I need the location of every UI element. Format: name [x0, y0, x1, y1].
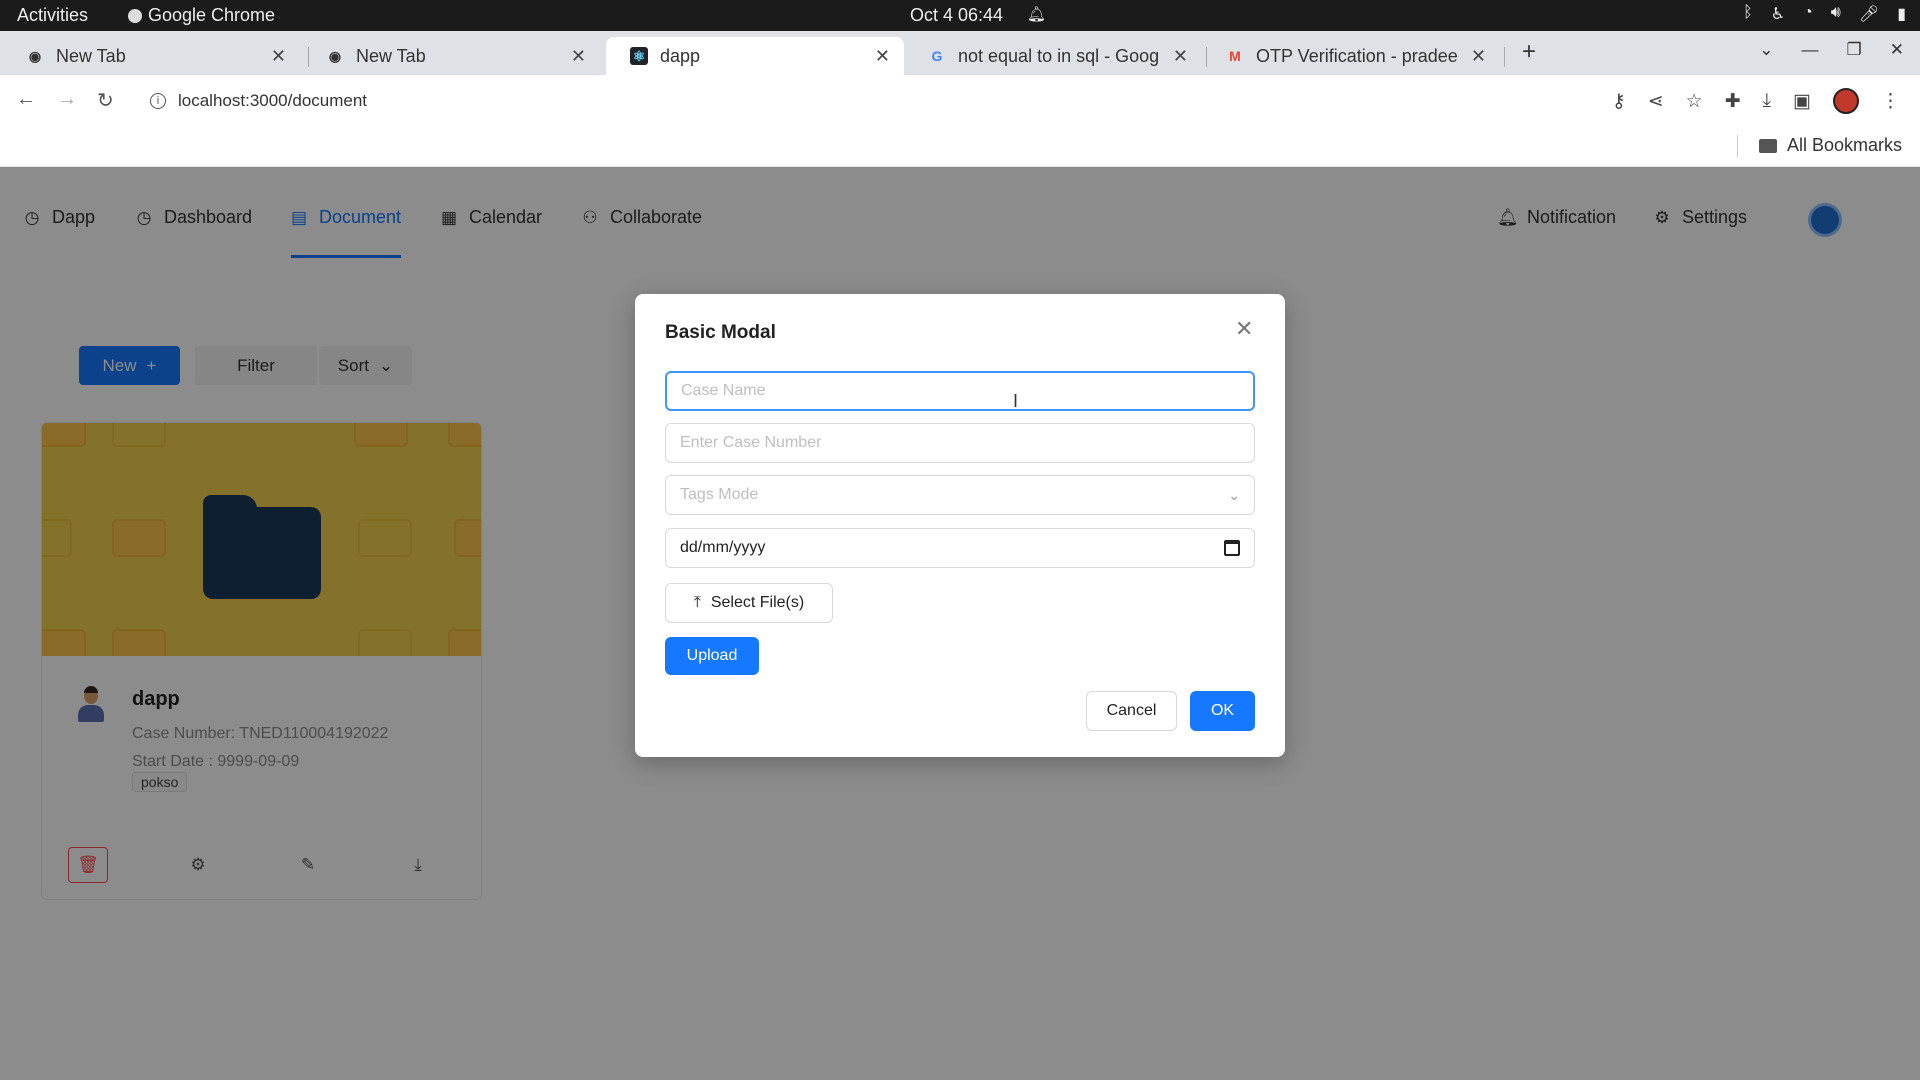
tags-placeholder: Tags Mode: [680, 486, 759, 503]
app-name: Google Chrome: [148, 5, 276, 25]
app-menu[interactable]: Google Chrome: [128, 5, 275, 26]
case-number-input[interactable]: [665, 423, 1255, 463]
browser-toolbar: ← → ↻ i localhost:3000/document ⚷ ⋖ ☆ ✚ …: [0, 75, 1920, 127]
star-icon[interactable]: ☆: [1686, 90, 1703, 113]
tab-divider: [1504, 47, 1505, 67]
modal-title: Basic Modal: [665, 322, 776, 343]
upload-icon: ⤒: [693, 594, 701, 611]
tab-strip: ◉ New Tab ✕ ◉ New Tab ✕ ⚛ dapp ✕ G not e…: [0, 31, 1920, 75]
tab-title: dapp: [660, 45, 701, 66]
site-info-icon[interactable]: i: [150, 93, 166, 109]
system-top-bar: Activities Google Chrome Oct 4 06:44 🔔︎ …: [0, 0, 1920, 31]
text-cursor-icon: I: [1013, 391, 1019, 411]
activities-button[interactable]: Activities: [17, 5, 88, 26]
date-input[interactable]: dd/mm/yyyy: [665, 528, 1255, 568]
restore-icon[interactable]: ❐: [1847, 40, 1862, 60]
cancel-button[interactable]: Cancel: [1086, 691, 1177, 731]
back-icon[interactable]: ←: [16, 88, 36, 111]
chevron-down-icon: ⌄: [1228, 486, 1240, 503]
bluetooth-icon: ᛒ: [1743, 4, 1753, 21]
select-files-label: Select File(s): [710, 594, 805, 611]
download-icon[interactable]: ⤓: [1763, 90, 1771, 112]
tab-search-icon[interactable]: ⌄: [1759, 40, 1773, 60]
all-bookmarks-button[interactable]: All Bookmarks: [1758, 135, 1902, 156]
select-files-button[interactable]: ⤒ Select File(s): [665, 583, 833, 623]
clock[interactable]: Oct 4 06:44: [910, 5, 1003, 26]
upload-label: Upload: [686, 647, 738, 664]
all-bookmarks-label: All Bookmarks: [1786, 135, 1902, 155]
key-icon[interactable]: ⚷: [1612, 90, 1626, 113]
new-tab-button[interactable]: +: [1522, 38, 1536, 66]
window-controls: ⌄ — ❐ ✕: [1759, 40, 1904, 60]
close-tab-icon[interactable]: ✕: [1173, 46, 1188, 67]
case-name-field[interactable]: [681, 382, 1239, 400]
toolbar-icons: ⚷ ⋖ ☆ ✚ ⤓ ▣ ⋮: [1612, 88, 1900, 114]
minimize-icon[interactable]: —: [1802, 40, 1819, 60]
accessibility-icon: ♿︎: [1770, 6, 1786, 23]
folder-icon: [1758, 138, 1777, 153]
calendar-icon[interactable]: [1224, 540, 1240, 556]
system-tray[interactable]: ᛒ ♿︎ ◔ 🔊︎ 🎤︎ ▮: [1743, 4, 1906, 24]
date-value: dd/mm/yyyy: [680, 539, 766, 556]
alarm-icon: 🔔︎: [1027, 6, 1047, 23]
chrome-icon: ◉: [28, 47, 42, 64]
close-tab-icon[interactable]: ✕: [875, 46, 890, 67]
ok-button[interactable]: OK: [1190, 691, 1255, 731]
chrome-icon: [128, 8, 142, 23]
tags-select[interactable]: Tags Mode ⌄: [665, 475, 1255, 515]
browser-tab[interactable]: G not equal to in sql - Goog ✕: [904, 37, 1202, 75]
upload-button[interactable]: Upload: [665, 637, 759, 675]
address-bar[interactable]: i localhost:3000/document: [142, 84, 1572, 118]
browser-tab[interactable]: ◉ New Tab ✕: [302, 37, 600, 75]
basic-modal: Basic Modal ✕ I Tags Mode ⌄ dd/mm/yyyy ⤒…: [635, 294, 1285, 757]
bookmarks-bar: All Bookmarks: [0, 127, 1920, 167]
tab-title: OTP Verification - pradee: [1256, 45, 1458, 66]
bookmarks-divider: [1737, 135, 1738, 157]
forward-icon[interactable]: →: [57, 88, 77, 111]
google-icon: G: [931, 48, 943, 64]
reload-icon[interactable]: ↻: [97, 88, 114, 113]
microphone-icon: 🎤︎: [1858, 6, 1880, 23]
wifi-icon: ◔: [1803, 4, 1813, 21]
chrome-icon: ◉: [328, 47, 342, 64]
browser-tab-active[interactable]: ⚛ dapp ✕: [606, 37, 904, 75]
case-number-field[interactable]: [680, 434, 1240, 452]
close-tab-icon[interactable]: ✕: [271, 46, 286, 67]
volume-icon: 🔊︎: [1830, 4, 1841, 21]
browser-tab[interactable]: ◉ New Tab ✕: [2, 37, 300, 75]
case-name-input[interactable]: I: [665, 371, 1255, 411]
close-window-icon[interactable]: ✕: [1890, 40, 1904, 60]
profile-avatar[interactable]: [1833, 88, 1859, 114]
cancel-label: Cancel: [1106, 702, 1157, 719]
react-icon: ⚛: [630, 47, 648, 65]
tab-title: New Tab: [56, 45, 126, 66]
extensions-icon[interactable]: ✚: [1725, 90, 1741, 113]
side-panel-icon[interactable]: ▣: [1793, 90, 1811, 113]
ok-label: OK: [1210, 702, 1235, 719]
close-tab-icon[interactable]: ✕: [1471, 46, 1486, 67]
tab-title: not equal to in sql - Goog: [958, 45, 1160, 66]
battery-icon: ▮: [1897, 6, 1906, 23]
tab-title: New Tab: [356, 45, 426, 66]
chrome-menu-icon[interactable]: ⋮: [1881, 90, 1900, 113]
share-icon[interactable]: ⋖: [1648, 90, 1664, 113]
gmail-icon: M: [1229, 48, 1241, 64]
url-text: localhost:3000/document: [178, 91, 368, 110]
browser-tab[interactable]: M OTP Verification - pradee ✕: [1202, 37, 1500, 75]
close-icon[interactable]: ✕: [1235, 316, 1253, 342]
close-tab-icon[interactable]: ✕: [571, 46, 586, 67]
